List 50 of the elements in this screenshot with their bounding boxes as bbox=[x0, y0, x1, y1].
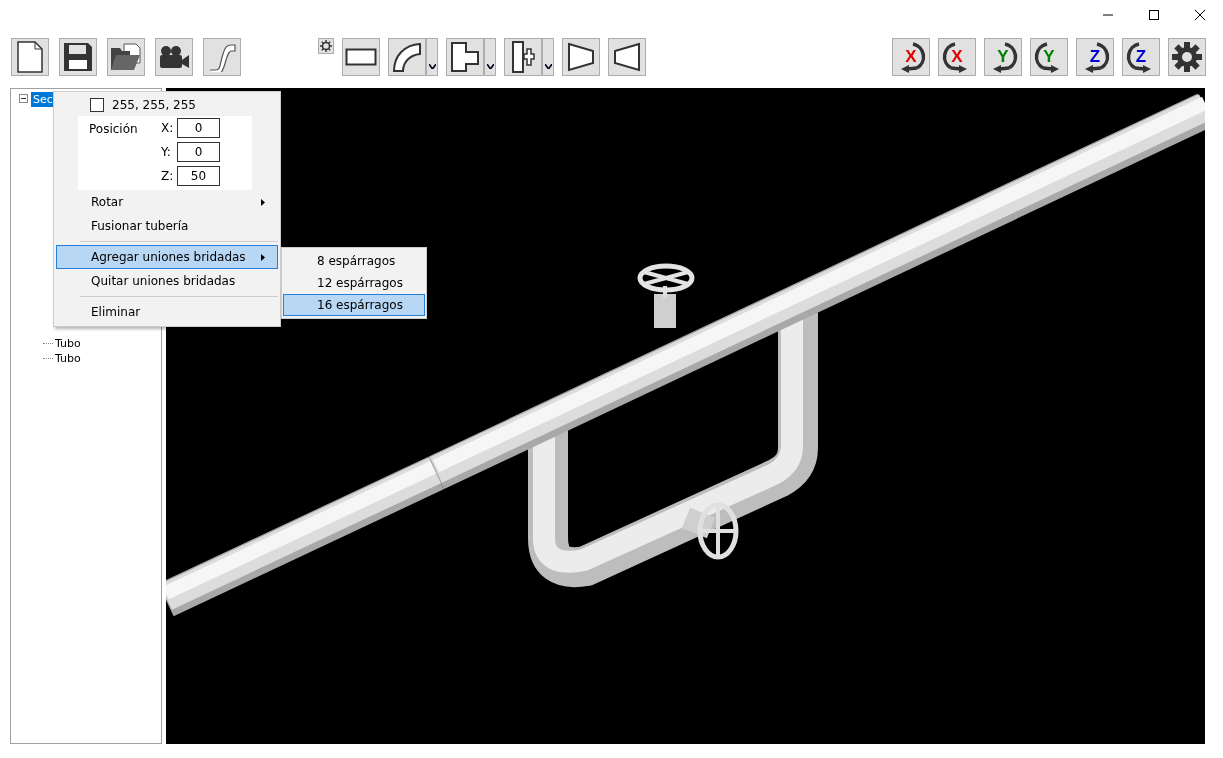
caret-icon bbox=[428, 64, 436, 69]
pipe-route-button[interactable] bbox=[203, 38, 241, 76]
collapse-icon[interactable] bbox=[19, 93, 28, 106]
tee-button[interactable] bbox=[446, 38, 484, 76]
tree-item[interactable]: Sec bbox=[31, 92, 55, 107]
dropdown-button[interactable] bbox=[542, 38, 554, 76]
valve-button[interactable] bbox=[504, 38, 542, 76]
settings-icon[interactable] bbox=[318, 38, 334, 54]
rotate-button[interactable]: Z bbox=[1122, 38, 1160, 76]
caret-icon bbox=[544, 64, 552, 69]
menu-item[interactable]: Quitar uniones bridadas bbox=[56, 269, 278, 293]
straight-pipe-button[interactable] bbox=[342, 38, 380, 76]
open-folder-button[interactable] bbox=[107, 38, 145, 76]
menu-item[interactable]: Agregar uniones bridadas bbox=[56, 245, 278, 269]
dropdown-button[interactable] bbox=[426, 38, 438, 76]
dropdown-button[interactable] bbox=[484, 38, 496, 76]
expander-button[interactable] bbox=[608, 38, 646, 76]
new-file-button[interactable] bbox=[11, 38, 49, 76]
maximize-icon bbox=[1149, 10, 1159, 20]
axis-label: Z: bbox=[161, 169, 173, 183]
axis-label: Y: bbox=[161, 145, 172, 159]
menu-item[interactable]: Rotar bbox=[56, 190, 278, 214]
rotate-button[interactable]: Z bbox=[1076, 38, 1114, 76]
reducer-button[interactable] bbox=[562, 38, 600, 76]
rotate-button[interactable]: Y bbox=[1030, 38, 1068, 76]
close-icon bbox=[1195, 10, 1205, 20]
elbow-button[interactable] bbox=[388, 38, 426, 76]
menu-item[interactable]: Fusionar tubería bbox=[56, 214, 278, 238]
menu-item[interactable]: Eliminar bbox=[56, 300, 278, 324]
color-checkbox[interactable] bbox=[90, 98, 104, 112]
rotate-button[interactable]: Y bbox=[984, 38, 1022, 76]
menu-item[interactable]: 16 espárragos bbox=[283, 294, 425, 316]
submenu-arrow-icon bbox=[261, 253, 265, 261]
tree-item[interactable]: Tubo bbox=[53, 351, 83, 366]
axis-label: X: bbox=[161, 121, 173, 135]
menu-item[interactable]: 8 espárragos bbox=[283, 250, 425, 272]
video-camera-button[interactable] bbox=[155, 38, 193, 76]
submenu-arrow-icon bbox=[261, 198, 265, 206]
settings-button[interactable] bbox=[1168, 38, 1206, 76]
position-label: Posición bbox=[89, 121, 139, 138]
color-value: 255, 255, 255 bbox=[112, 98, 196, 112]
coordinate-field[interactable]: 0 bbox=[177, 142, 220, 162]
rotate-button[interactable]: X bbox=[892, 38, 930, 76]
caret-icon bbox=[486, 64, 494, 69]
menu-item[interactable]: 12 espárragos bbox=[283, 272, 425, 294]
coordinate-field[interactable]: 50 bbox=[177, 166, 220, 186]
save-button[interactable] bbox=[59, 38, 97, 76]
coordinate-field[interactable]: 0 bbox=[177, 118, 220, 138]
rotate-button[interactable]: X bbox=[938, 38, 976, 76]
tree-item[interactable]: Tubo bbox=[53, 336, 83, 351]
